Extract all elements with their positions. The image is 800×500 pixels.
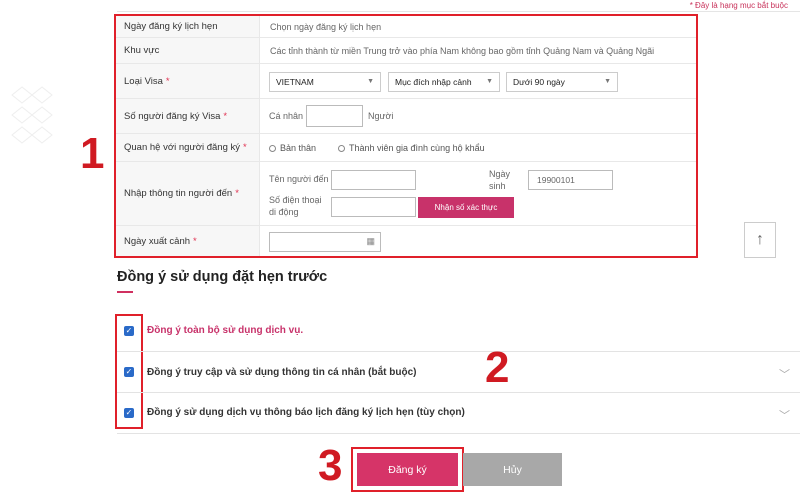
applicants-count-input[interactable] (306, 105, 363, 127)
appointment-date-row: Ngày đăng ký lịch hẹn Chọn ngày đăng ký … (116, 16, 696, 38)
phone-label: Số điện thoại di động (269, 195, 322, 217)
scroll-to-top-button[interactable]: ↑ (744, 222, 776, 258)
agree-notifications-checkbox[interactable]: ✓ (124, 408, 134, 418)
radio-circle-icon (338, 144, 345, 152)
step-1-marker: 1 (80, 129, 105, 178)
departure-date-input[interactable]: ▦ (269, 232, 381, 252)
chevron-down-icon: ▼ (367, 78, 374, 85)
radio-self[interactable]: Bản thân (269, 143, 316, 153)
visa-type-row: Loại Visa * VIETNAM ▼ Mục đích nhập cảnh ▼ … (116, 64, 696, 99)
nationality-select[interactable]: VIETNAM ▼ (269, 72, 381, 92)
agreement-section-title: Đồng ý sử dụng đặt hẹn trước (117, 269, 328, 285)
duration-select[interactable]: Dưới 90 ngày ▼ (506, 72, 618, 92)
applicants-prefix: Cá nhân (269, 111, 304, 121)
phone-input[interactable] (331, 197, 416, 217)
appointment-date-label: Ngày đăng ký lịch hẹn (116, 16, 260, 37)
agreement-divider (117, 351, 800, 352)
agree-personal-info-label[interactable]: Đồng ý truy cập và sử dụng thông tin cá … (147, 367, 416, 378)
step-2-marker: 2 (485, 343, 510, 392)
decorative-pattern (11, 86, 53, 144)
purpose-select[interactable]: Mục đích nhập cảnh ▼ (388, 72, 500, 92)
person-info-row: Nhập thông tin người đến * Tên người đến … (116, 162, 696, 226)
chevron-down-icon[interactable]: ﹀ (779, 407, 790, 423)
title-underline (117, 291, 133, 293)
chevron-down-icon: ▼ (486, 78, 493, 85)
region-label: Khu vực (116, 38, 260, 63)
register-button[interactable]: Đăng ký (357, 453, 458, 486)
radio-circle-icon (269, 144, 276, 152)
required-fields-note: * Đây là hạng mục bắt buộc (689, 1, 788, 10)
agree-all-checkbox[interactable]: ✓ (124, 326, 134, 336)
name-label: Tên người đến (269, 174, 329, 184)
chevron-down-icon[interactable]: ﹀ (779, 366, 790, 382)
dob-input[interactable]: 19900101 (528, 170, 613, 190)
applicants-label: Số người đăng ký Visa * (116, 99, 260, 133)
calendar-icon[interactable]: ▦ (366, 236, 375, 247)
cancel-button[interactable]: Hủy (463, 453, 562, 486)
radio-family-member[interactable]: Thành viên gia đình cùng hộ khẩu (338, 143, 485, 153)
visa-type-label: Loại Visa * (116, 64, 260, 98)
name-input[interactable] (331, 170, 416, 190)
dob-label: Ngày sinh (489, 169, 511, 191)
departure-row: Ngày xuất cảnh * ▦ (116, 226, 696, 256)
agree-notifications-label[interactable]: Đồng ý sử dụng dịch vụ thông báo lịch đă… (147, 407, 465, 418)
person-info-label: Nhập thông tin người đến * (116, 162, 260, 225)
agree-personal-info-checkbox[interactable]: ✓ (124, 367, 134, 377)
chevron-down-icon: ▼ (604, 78, 611, 85)
region-row: Khu vực Các tỉnh thành từ miền Trung trở… (116, 38, 696, 64)
applicants-row: Số người đăng ký Visa * Cá nhân Người (116, 99, 696, 134)
step-3-marker: 3 (318, 441, 343, 490)
visa-form-highlight: Ngày đăng ký lịch hẹn Chọn ngày đăng ký … (114, 14, 698, 258)
appointment-date-value[interactable]: Chọn ngày đăng ký lịch hẹn (260, 16, 696, 37)
agreement-divider (117, 433, 800, 434)
agree-all-label[interactable]: Đồng ý toàn bộ sử dụng dịch vụ. (147, 325, 303, 336)
top-divider (117, 11, 800, 12)
get-verification-code-button[interactable]: Nhận số xác thực (418, 197, 514, 218)
relationship-label: Quan hệ với người đăng ký * (116, 134, 260, 161)
relationship-row: Quan hệ với người đăng ký * Bản thân Thàn… (116, 134, 696, 162)
region-value: Các tỉnh thành từ miền Trung trở vào phí… (270, 45, 655, 56)
applicants-suffix: Người (368, 111, 394, 121)
departure-label: Ngày xuất cảnh * (116, 226, 260, 256)
agreement-divider (117, 392, 800, 393)
arrow-up-icon: ↑ (756, 231, 764, 248)
